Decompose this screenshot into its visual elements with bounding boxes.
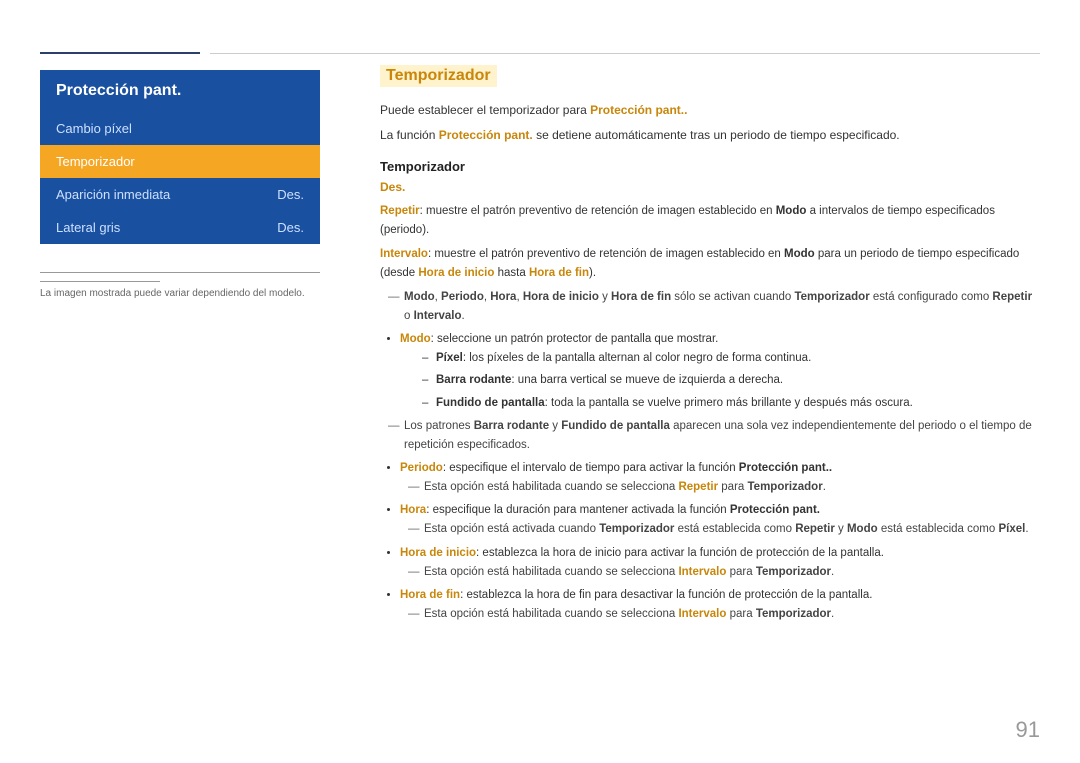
bullet-hora-inicio: Hora de inicio: establezca la hora de in… xyxy=(400,544,1040,581)
periodo-label: Periodo xyxy=(400,462,443,474)
intervalo-label: Intervalo xyxy=(380,248,428,260)
bullet-periodo: Periodo: especifique el intervalo de tie… xyxy=(400,459,1040,496)
hora-inicio-note: Esta opción está habilitada cuando se se… xyxy=(412,563,1040,581)
sidebar-item-cambio-pixel[interactable]: Cambio píxel xyxy=(40,112,320,145)
sidebar-note-text: La imagen mostrada puede variar dependie… xyxy=(40,288,320,299)
intro-bold-1: Protección pant.. xyxy=(590,103,687,117)
page-number: 91 xyxy=(1016,717,1040,743)
main-content: Temporizador Puede establecer el tempori… xyxy=(380,65,1040,723)
dash-fundido: Fundido de pantalla: toda la pantalla se… xyxy=(436,394,1040,412)
hora-inicio-ref: Hora de inicio xyxy=(418,267,494,279)
intro-bold-2: Protección pant. xyxy=(439,128,533,142)
repetir-label: Repetir xyxy=(380,205,420,217)
sidebar-item-aparicion[interactable]: Aparición inmediata Des. xyxy=(40,178,320,211)
intervalo-paragraph: Intervalo: muestre el patrón preventivo … xyxy=(380,245,1040,283)
top-decorative-lines xyxy=(40,52,1040,54)
sidebar-item-lateral-label: Lateral gris xyxy=(56,220,120,235)
sidebar-note: La imagen mostrada puede variar dependie… xyxy=(40,272,320,299)
hora-note: Esta opción está activada cuando Tempori… xyxy=(412,520,1040,538)
dash-pixel: Píxel: los píxeles de la pantalla altern… xyxy=(436,349,1040,367)
dash-barra: Barra rodante: una barra vertical se mue… xyxy=(436,371,1040,389)
modo-label: Modo xyxy=(400,333,431,345)
repetir-paragraph: Repetir: muestre el patrón preventivo de… xyxy=(380,202,1040,240)
subsection-title: Temporizador xyxy=(380,159,1040,174)
hora-inicio-label: Hora de inicio xyxy=(400,547,476,559)
intro-text-1: Puede establecer el temporizador para Pr… xyxy=(380,101,1040,120)
top-line-main xyxy=(210,53,1040,54)
intervalo-ref-1: Intervalo xyxy=(678,566,726,578)
note-block-2: Los patrones Barra rodante y Fundido de … xyxy=(392,417,1040,454)
sidebar-item-aparicion-label: Aparición inmediata xyxy=(56,187,170,202)
sidebar-note-divider xyxy=(40,281,160,282)
hora-label: Hora xyxy=(400,504,426,516)
hora-fin-note: Esta opción está habilitada cuando se se… xyxy=(412,605,1040,623)
note-block-1: Modo, Periodo, Hora, Hora de inicio y Ho… xyxy=(392,288,1040,325)
sidebar: Protección pant. Cambio píxel Temporizad… xyxy=(40,70,320,299)
section-title: Temporizador xyxy=(380,65,497,87)
sidebar-item-lateral[interactable]: Lateral gris Des. xyxy=(40,211,320,244)
sidebar-item-lateral-value: Des. xyxy=(277,220,304,235)
hora-fin-ref: Hora de fin xyxy=(529,267,589,279)
bullet-hora-fin: Hora de fin: establezca la hora de fin p… xyxy=(400,586,1040,623)
intervalo-ref-2: Intervalo xyxy=(678,608,726,620)
sidebar-item-temporizador[interactable]: Temporizador xyxy=(40,145,320,178)
periodo-note: Esta opción está habilitada cuando se se… xyxy=(412,478,1040,496)
bullet-list-2: Periodo: especifique el intervalo de tie… xyxy=(380,459,1040,623)
intro-text-2: La función Protección pant. se detiene a… xyxy=(380,126,1040,145)
status-des: Des. xyxy=(380,180,1040,194)
bullet-hora: Hora: especifique la duración para mante… xyxy=(400,501,1040,538)
sidebar-item-aparicion-value: Des. xyxy=(277,187,304,202)
bullet-list-1: Modo: seleccione un patrón protector de … xyxy=(380,330,1040,412)
hora-fin-label: Hora de fin xyxy=(400,589,460,601)
top-line-accent xyxy=(40,52,200,54)
repetir-ref: Repetir xyxy=(678,481,718,493)
sidebar-title: Protección pant. xyxy=(40,70,320,112)
bullet-modo: Modo: seleccione un patrón protector de … xyxy=(400,330,1040,412)
